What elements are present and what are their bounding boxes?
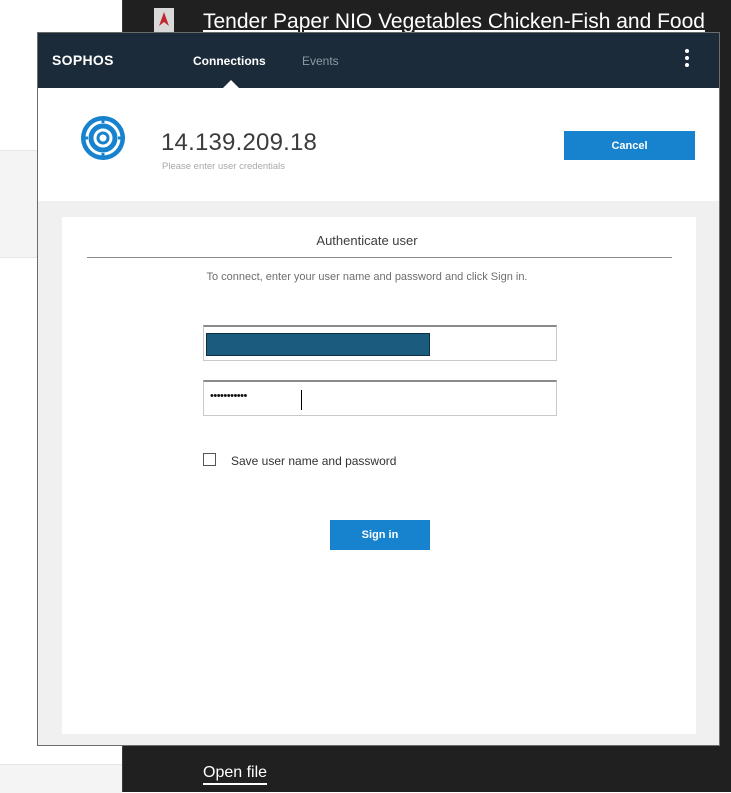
authenticate-panel: Authenticate user To connect, enter your… xyxy=(62,217,696,734)
target-connection-icon xyxy=(81,116,125,160)
brand-logo: SOPHOS xyxy=(52,52,114,68)
text-cursor xyxy=(301,390,302,410)
background-file-title[interactable]: Tender Paper NIO Vegetables Chicken-Fish… xyxy=(203,10,705,34)
save-credentials-checkbox[interactable] xyxy=(203,453,216,466)
top-bar: SOPHOS Connections Events xyxy=(38,33,719,88)
password-field[interactable]: ••••••••••• xyxy=(203,380,557,416)
tab-connections[interactable]: Connections xyxy=(193,54,266,68)
open-file-link[interactable]: Open file xyxy=(203,764,268,785)
pdf-icon xyxy=(154,8,174,32)
divider xyxy=(87,257,672,258)
connection-header: 14.139.209.18 Please enter user credenti… xyxy=(38,88,719,201)
active-tab-indicator xyxy=(223,80,239,88)
auth-instructions: To connect, enter your user name and pas… xyxy=(206,271,528,283)
auth-title: Authenticate user xyxy=(316,233,418,248)
password-mask: ••••••••••• xyxy=(210,390,247,402)
save-credentials-label[interactable]: Save user name and password xyxy=(231,454,396,468)
redacted-username xyxy=(206,333,430,356)
kebab-menu-icon[interactable] xyxy=(682,49,692,71)
tab-events[interactable]: Events xyxy=(302,54,339,68)
background-list-band-bottom xyxy=(0,764,122,793)
sophos-connect-dialog: SOPHOS Connections Events 14.139.209.18 … xyxy=(37,32,720,746)
username-field[interactable] xyxy=(203,325,557,361)
connection-address: 14.139.209.18 xyxy=(161,129,318,156)
sign-in-button[interactable]: Sign in xyxy=(330,520,430,550)
cancel-button[interactable]: Cancel xyxy=(564,131,695,160)
connection-subtitle: Please enter user credentials xyxy=(162,161,286,172)
